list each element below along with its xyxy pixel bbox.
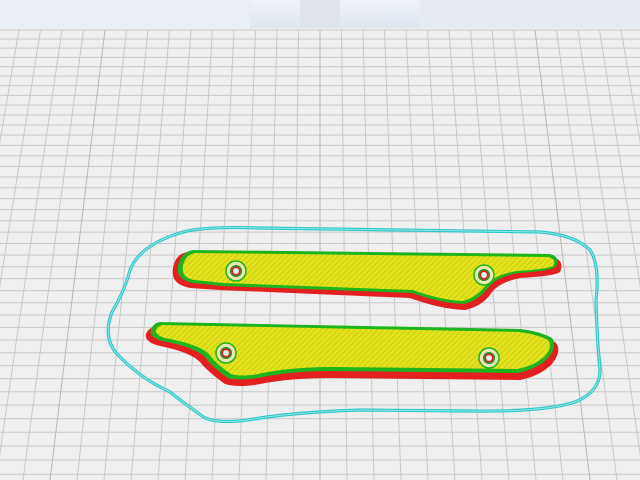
3d-print-viewport[interactable] xyxy=(0,0,640,480)
mounting-hole xyxy=(225,260,247,282)
mounting-hole xyxy=(215,342,237,364)
mounting-hole xyxy=(473,264,495,286)
mounting-hole xyxy=(478,347,500,369)
build-plate-scene[interactable] xyxy=(0,0,640,480)
